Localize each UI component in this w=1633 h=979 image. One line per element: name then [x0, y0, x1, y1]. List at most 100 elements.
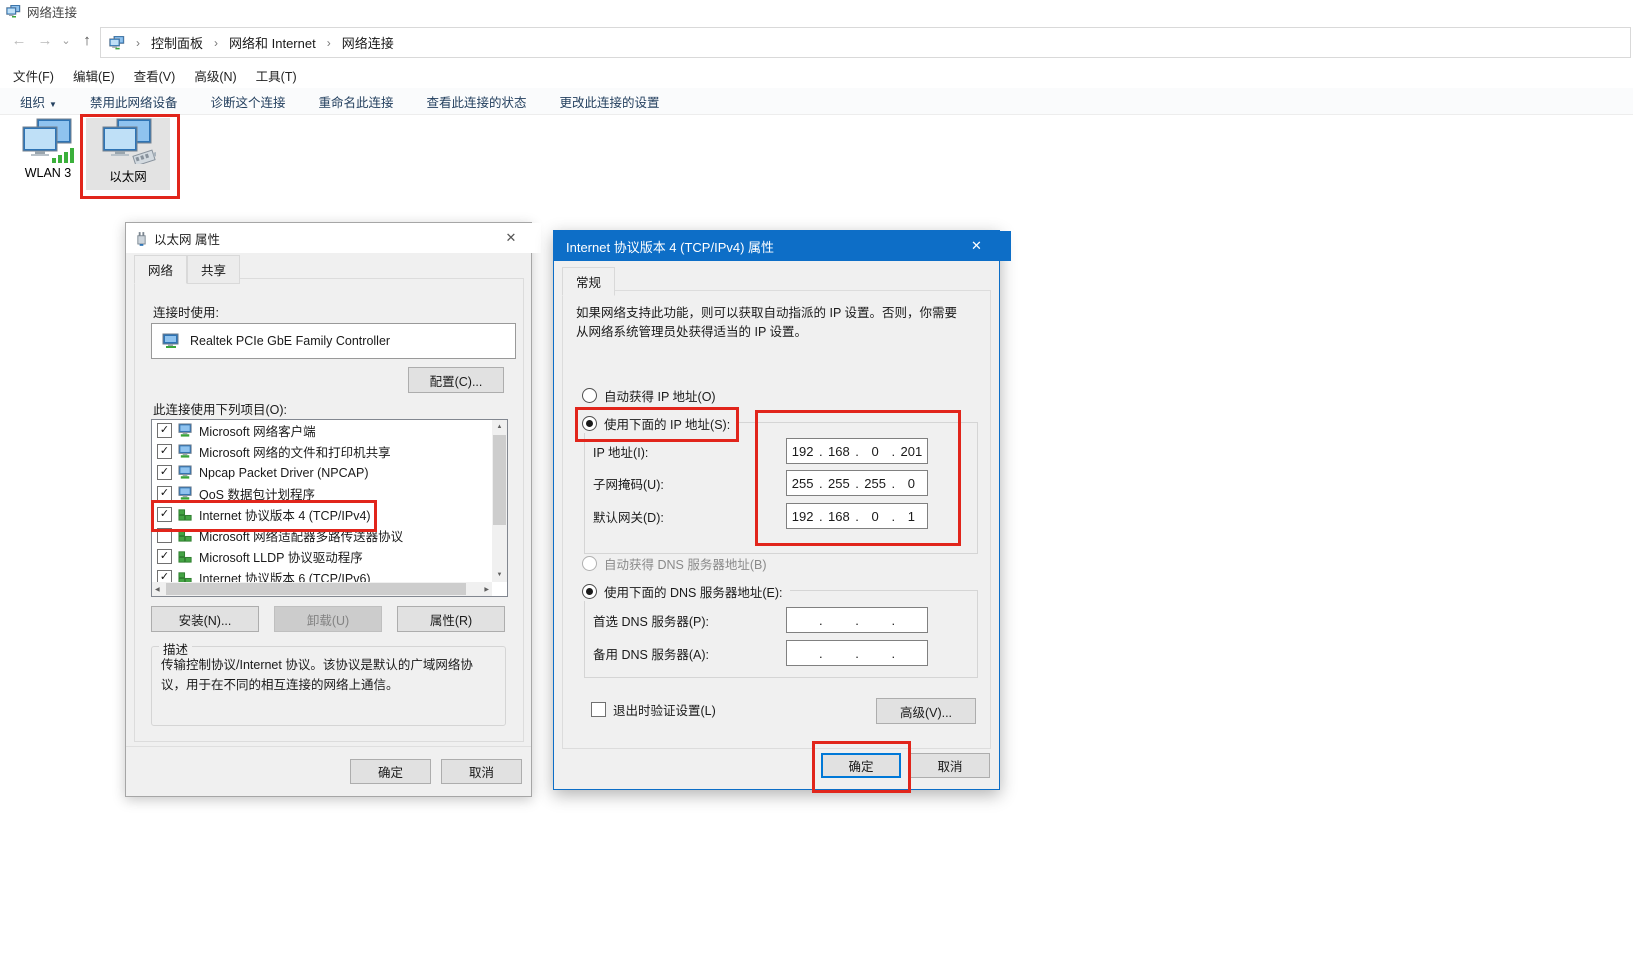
checkbox[interactable]	[157, 570, 172, 582]
cancel-button[interactable]: 取消	[441, 759, 522, 784]
connection-label: WLAN 3	[25, 166, 72, 180]
tab-general[interactable]: 常规	[562, 267, 615, 296]
tab-network[interactable]: 网络	[134, 255, 187, 284]
radio-icon[interactable]	[582, 416, 597, 431]
menu-advanced[interactable]: 高级(N)	[191, 64, 239, 87]
protocol-listbox[interactable]: Microsoft 网络客户端 Microsoft 网络的文件和打印机共享 Np…	[151, 419, 508, 597]
ip-address-input[interactable]: 192.168.0.201	[786, 438, 928, 464]
disable-device-button[interactable]: 禁用此网络设备	[90, 92, 178, 111]
scrollbar-thumb[interactable]	[166, 583, 466, 595]
list-item-tcpipv4[interactable]: Internet 协议版本 4 (TCP/IPv4)	[152, 504, 492, 525]
default-gateway-input[interactable]: 192.168.0.1	[786, 503, 928, 529]
ip-address-label: IP 地址(I):	[593, 442, 648, 461]
window-title: 网络连接	[27, 2, 77, 21]
address-bar[interactable]: › 控制面板 › 网络和 Internet › 网络连接	[100, 27, 1631, 58]
menu-tools[interactable]: 工具(T)	[253, 64, 300, 87]
ok-button[interactable]: 确定	[821, 753, 901, 778]
radio-icon	[582, 556, 597, 571]
connection-wlan3[interactable]: WLAN 3	[6, 118, 90, 190]
list-item[interactable]: Microsoft 网络适配器多路传送器协议	[152, 525, 492, 546]
menu-view[interactable]: 查看(V)	[131, 64, 179, 87]
configure-button[interactable]: 配置(C)...	[408, 367, 504, 393]
radio-manual-ip[interactable]: 使用下面的 IP 地址(S):	[582, 414, 738, 433]
view-status-button[interactable]: 查看此连接的状态	[426, 92, 526, 111]
breadcrumb-separator: ›	[323, 36, 335, 50]
list-item[interactable]: Microsoft LLDP 协议驱动程序	[152, 546, 492, 567]
octet: 255	[823, 476, 854, 491]
vertical-scrollbar[interactable]: ▲ ▼	[492, 420, 507, 582]
list-item[interactable]: Internet 协议版本 6 (TCP/IPv6)	[152, 567, 492, 582]
radio-icon[interactable]	[582, 388, 597, 403]
network-connections-icon	[6, 5, 21, 18]
change-settings-button[interactable]: 更改此连接的设置	[560, 92, 660, 111]
octet: 255	[860, 476, 891, 491]
rename-connection-button[interactable]: 重命名此连接	[318, 92, 393, 111]
scroll-down-icon[interactable]: ▼	[492, 572, 507, 578]
diagnose-connection-button[interactable]: 诊断这个连接	[210, 92, 285, 111]
list-item[interactable]: Microsoft 网络客户端	[152, 420, 492, 441]
alternate-dns-label: 备用 DNS 服务器(A):	[593, 644, 709, 663]
menu-file[interactable]: 文件(F)	[10, 64, 57, 87]
install-button[interactable]: 安装(N)...	[151, 606, 259, 632]
preferred-dns-input[interactable]: ...	[786, 607, 928, 633]
octet: 0	[860, 509, 891, 524]
items-label: 此连接使用下列项目(O):	[153, 399, 287, 418]
organize-button[interactable]: 组织▼	[20, 92, 57, 111]
connection-ethernet[interactable]: 以太网	[86, 118, 170, 190]
breadcrumb-network-internet[interactable]: 网络和 Internet	[229, 33, 316, 52]
checkbox[interactable]	[157, 528, 172, 543]
checkbox[interactable]	[591, 702, 606, 717]
menu-edit[interactable]: 编辑(E)	[70, 64, 118, 87]
scroll-up-icon[interactable]: ▲	[492, 424, 507, 430]
protocol-icon	[178, 570, 193, 582]
list-item[interactable]: Microsoft 网络的文件和打印机共享	[152, 441, 492, 462]
forward-icon[interactable]: →	[32, 32, 58, 49]
scroll-right-icon[interactable]: ▶	[484, 586, 489, 593]
checkbox[interactable]	[157, 465, 172, 480]
scrollbar-thumb[interactable]	[493, 435, 506, 525]
tab-sharing[interactable]: 共享	[187, 255, 240, 284]
scroll-left-icon[interactable]: ◀	[155, 586, 160, 593]
radio-label: 使用下面的 DNS 服务器地址(E):	[604, 582, 782, 601]
advanced-button[interactable]: 高级(V)...	[876, 698, 976, 724]
recent-locations-icon[interactable]: ⌄	[58, 34, 74, 47]
cancel-button[interactable]: 取消	[910, 753, 990, 778]
network-client-icon	[178, 444, 193, 459]
checkbox-label: 退出时验证设置(L)	[613, 700, 716, 719]
adapter-name: Realtek PCIe GbE Family Controller	[190, 334, 390, 348]
back-icon[interactable]: ←	[6, 32, 32, 49]
octet-dot: .	[818, 646, 823, 661]
checkbox[interactable]	[157, 507, 172, 522]
close-icon[interactable]: ✕	[954, 231, 999, 261]
properties-button[interactable]: 属性(R)	[397, 606, 505, 632]
octet: 192	[787, 509, 818, 524]
octet: 201	[896, 444, 927, 459]
up-icon[interactable]: ↑	[74, 32, 100, 49]
network-adapter-icon	[162, 333, 180, 349]
radio-auto-ip[interactable]: 自动获得 IP 地址(O)	[582, 386, 724, 405]
radio-label: 使用下面的 IP 地址(S):	[604, 414, 730, 433]
checkbox[interactable]	[157, 549, 172, 564]
radio-label: 自动获得 DNS 服务器地址(B)	[604, 554, 767, 573]
octet: 0	[860, 444, 891, 459]
list-item[interactable]: Npcap Packet Driver (NPCAP)	[152, 462, 492, 483]
checkbox[interactable]	[157, 486, 172, 501]
ok-button[interactable]: 确定	[350, 759, 431, 784]
checkbox[interactable]	[157, 423, 172, 438]
octet: 0	[896, 476, 927, 491]
close-icon[interactable]: ✕	[491, 223, 531, 253]
breadcrumb-control-panel[interactable]: 控制面板	[151, 33, 203, 52]
list-item[interactable]: QoS 数据包计划程序	[152, 483, 492, 504]
adapter-field: Realtek PCIe GbE Family Controller	[151, 323, 516, 359]
checkbox[interactable]	[157, 444, 172, 459]
uninstall-button[interactable]: 卸载(U)	[274, 606, 382, 632]
protocol-list: Microsoft 网络客户端 Microsoft 网络的文件和打印机共享 Np…	[152, 420, 492, 582]
radio-icon[interactable]	[582, 584, 597, 599]
radio-manual-dns[interactable]: 使用下面的 DNS 服务器地址(E):	[582, 582, 790, 601]
subnet-mask-label: 子网掩码(U):	[593, 474, 664, 493]
validate-settings-checkbox[interactable]: 退出时验证设置(L)	[591, 700, 716, 719]
horizontal-scrollbar[interactable]: ◀ ▶	[152, 582, 492, 596]
subnet-mask-input[interactable]: 255.255.255.0	[786, 470, 928, 496]
alternate-dns-input[interactable]: ...	[786, 640, 928, 666]
breadcrumb-network-connections[interactable]: 网络连接	[342, 33, 394, 52]
